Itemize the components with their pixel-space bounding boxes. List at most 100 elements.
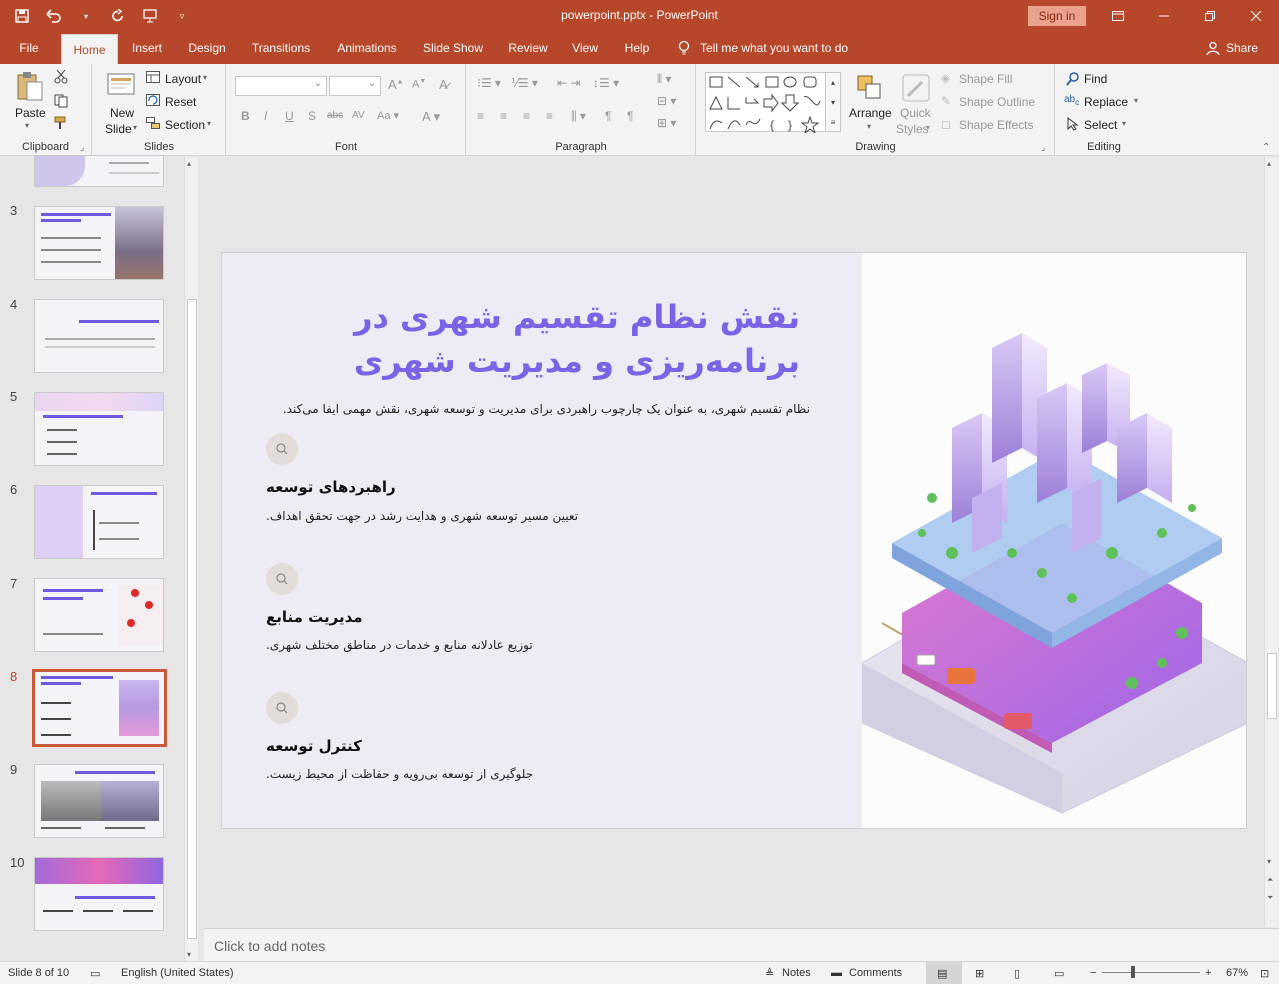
comments-icon[interactable]: ▬: [831, 967, 842, 979]
comments-button[interactable]: Comments: [849, 967, 902, 979]
previous-slide-icon[interactable]: ⏶: [1267, 875, 1273, 885]
customize-toolbar-icon[interactable]: ▿: [168, 4, 196, 28]
layout-button[interactable]: Layout: [165, 72, 201, 86]
notes-pane[interactable]: Click to add notes: [204, 928, 1279, 961]
clear-formatting-icon[interactable]: A̷: [439, 77, 448, 92]
shadow-icon[interactable]: S: [308, 109, 316, 123]
tab-file[interactable]: File: [8, 32, 50, 64]
bullets-icon[interactable]: ⁝☰ ▾: [477, 76, 501, 90]
slide-sorter-icon[interactable]: ⊞: [975, 967, 984, 980]
redo-icon[interactable]: [104, 4, 132, 28]
slide-thumbnail[interactable]: [34, 206, 164, 280]
shape-outline-button[interactable]: Shape Outline: [959, 95, 1035, 109]
new-slide-icon[interactable]: [105, 70, 137, 102]
slide-thumbnail[interactable]: [34, 155, 164, 187]
zoom-level[interactable]: 67%: [1226, 967, 1248, 979]
close-button[interactable]: [1233, 0, 1279, 32]
zoom-slider[interactable]: [1102, 972, 1200, 973]
quick-styles-label-1[interactable]: Quick: [900, 106, 931, 120]
align-center-icon[interactable]: ≡: [500, 109, 507, 123]
font-color-icon[interactable]: A ▾: [422, 109, 440, 125]
language-indicator[interactable]: English (United States): [121, 967, 234, 979]
underline-icon[interactable]: U: [285, 109, 294, 123]
slide-canvas[interactable]: نقش نظام تقسیم شهری در برنامه‌ریزی و مدی…: [221, 252, 1247, 829]
tab-slide-show[interactable]: Slide Show: [418, 32, 488, 64]
paste-label[interactable]: Paste: [15, 106, 46, 120]
columns-icon[interactable]: ⫼ ▾: [571, 109, 586, 124]
scroll-up-icon[interactable]: ▴: [1267, 159, 1271, 168]
notes-toggle-icon[interactable]: ≜: [765, 967, 774, 980]
change-case-icon[interactable]: Aa ▾: [377, 109, 399, 122]
font-size-select[interactable]: ⌄: [329, 76, 381, 96]
shapes-gallery[interactable]: {}: [705, 72, 833, 135]
sign-in-button[interactable]: Sign in: [1028, 6, 1086, 26]
slide-title[interactable]: نقش نظام تقسیم شهری در برنامه‌ریزی و مدی…: [240, 295, 800, 383]
dialog-launcher-icon[interactable]: ⌟: [80, 142, 84, 153]
new-slide-label-2[interactable]: Slide: [105, 122, 132, 136]
scroll-down-icon[interactable]: ▾: [1267, 857, 1271, 866]
numbering-icon[interactable]: ⅟☰ ▾: [511, 76, 538, 90]
strikethrough-icon[interactable]: abc: [327, 110, 343, 121]
drawing-dialog-launcher-icon[interactable]: ⌟: [1041, 142, 1045, 153]
tab-review[interactable]: Review: [503, 32, 553, 64]
arrange-icon[interactable]: [854, 72, 886, 104]
layout-icon[interactable]: [146, 71, 160, 83]
save-icon[interactable]: [8, 4, 36, 28]
maximize-button[interactable]: [1187, 0, 1233, 32]
undo-icon[interactable]: [40, 4, 68, 28]
slide-thumbnail[interactable]: [34, 485, 164, 559]
font-family-select[interactable]: ⌄: [235, 76, 327, 96]
minimize-button[interactable]: [1141, 0, 1187, 32]
line-spacing-icon[interactable]: ↕☰ ▾: [593, 76, 619, 90]
replace-button[interactable]: Replace: [1084, 95, 1128, 109]
smartart-icon[interactable]: ⊞ ▾: [657, 116, 676, 130]
tab-view[interactable]: View: [566, 32, 604, 64]
rtl-icon[interactable]: ¶: [605, 109, 611, 123]
shape-fill-button[interactable]: Shape Fill: [959, 72, 1012, 86]
quick-styles-icon[interactable]: [900, 72, 932, 104]
reading-view-icon[interactable]: ▯: [1014, 967, 1020, 980]
presentation-icon[interactable]: [136, 4, 164, 28]
tab-design[interactable]: Design: [182, 32, 232, 64]
find-button[interactable]: Find: [1084, 72, 1107, 86]
new-slide-label-1[interactable]: New: [110, 106, 134, 120]
new-slide-dropdown-icon[interactable]: ▾: [133, 123, 137, 132]
scroll-up-icon[interactable]: ▴: [187, 159, 191, 168]
scroll-down-icon[interactable]: ▾: [187, 950, 191, 959]
notes-button[interactable]: Notes: [782, 967, 811, 979]
shapes-scroll[interactable]: ▴ ▾ ≡: [825, 72, 841, 132]
tell-me-search[interactable]: Tell me what you want to do: [678, 32, 848, 64]
shape-effects-button[interactable]: Shape Effects: [959, 118, 1034, 132]
slide-thumbnail-active[interactable]: [32, 669, 167, 747]
slide-thumbnail[interactable]: [34, 299, 164, 373]
slideshow-icon[interactable]: ▭: [1054, 967, 1064, 980]
increase-font-icon[interactable]: A▲: [388, 77, 404, 92]
slide-thumbnail[interactable]: [34, 392, 164, 466]
ribbon-display-icon[interactable]: [1095, 0, 1141, 32]
tab-animations[interactable]: Animations: [332, 32, 402, 64]
tab-insert[interactable]: Insert: [125, 32, 169, 64]
zoom-in-icon[interactable]: +: [1205, 967, 1211, 979]
select-button[interactable]: Select: [1084, 118, 1117, 132]
slide-thumbnail[interactable]: [34, 857, 164, 931]
slide-thumbnail[interactable]: [34, 764, 164, 838]
copy-icon[interactable]: [54, 94, 70, 108]
section-button[interactable]: Section: [165, 118, 205, 132]
collapse-ribbon-icon[interactable]: ⌃: [1262, 142, 1270, 153]
italic-icon[interactable]: I: [264, 109, 267, 123]
zoom-slider-thumb[interactable]: [1131, 966, 1135, 978]
text-direction-icon[interactable]: ⫴ ▾: [657, 72, 671, 87]
share-button[interactable]: Share: [1206, 32, 1258, 64]
tab-transitions[interactable]: Transitions: [246, 32, 316, 64]
reset-icon[interactable]: [146, 94, 160, 106]
format-painter-icon[interactable]: [54, 116, 70, 130]
paste-dropdown-icon[interactable]: ▾: [25, 121, 29, 130]
arrange-button[interactable]: Arrange: [849, 106, 892, 120]
paste-icon[interactable]: [14, 70, 46, 102]
thumbnail-scrollbar[interactable]: ▴ ▾: [184, 157, 198, 961]
fit-slide-icon[interactable]: ⊡: [1260, 967, 1269, 980]
editor-scrollbar[interactable]: ▴ ▾ ⏶ ⏷: [1264, 157, 1278, 927]
quick-styles-label-2[interactable]: Styles: [896, 122, 929, 136]
justify-icon[interactable]: ≡: [546, 109, 553, 123]
reset-button[interactable]: Reset: [165, 95, 196, 109]
